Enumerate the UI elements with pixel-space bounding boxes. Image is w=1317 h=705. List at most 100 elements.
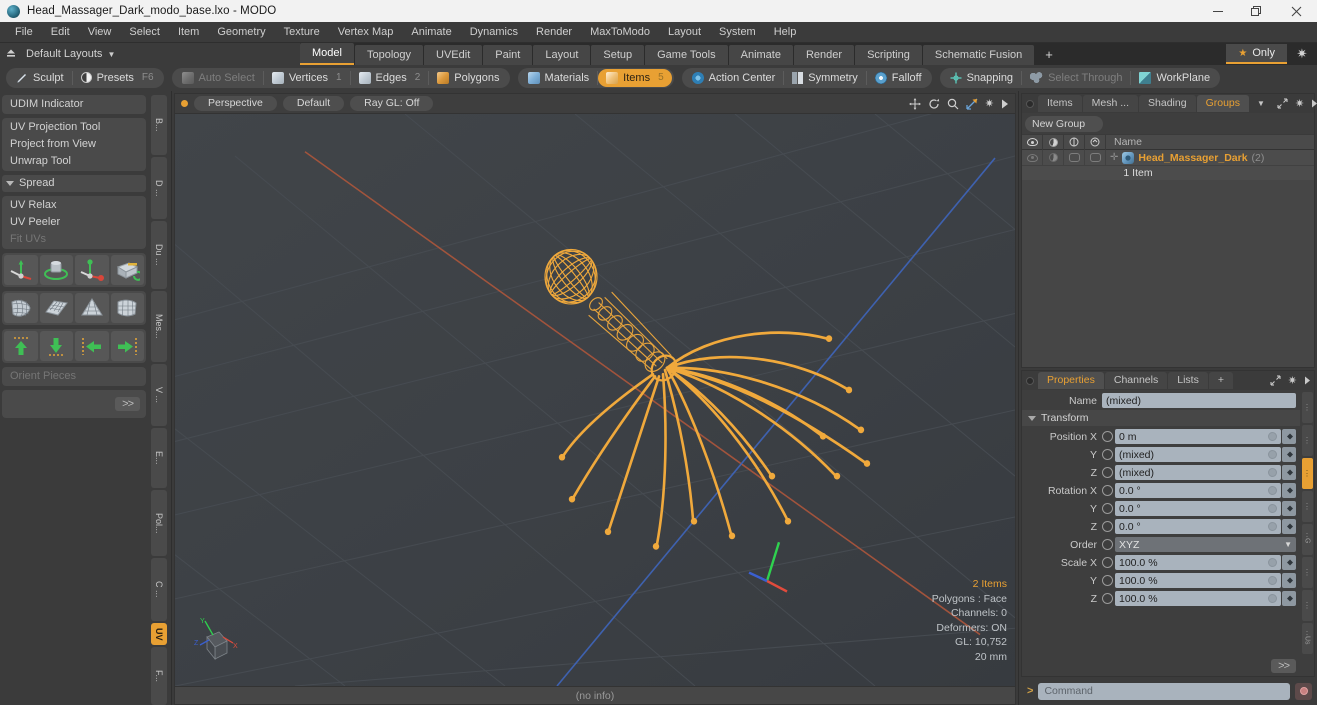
menu-item-select[interactable]: Select (120, 22, 169, 43)
gear-icon[interactable]: ✷ (1287, 46, 1317, 62)
tab-properties[interactable]: Properties (1038, 372, 1104, 389)
arrow-icon[interactable] (1001, 99, 1009, 109)
gear-icon[interactable]: ✷ (1285, 374, 1300, 387)
expand-icon[interactable] (1267, 375, 1284, 386)
sculpt-button[interactable]: Sculpt (8, 69, 72, 87)
stepper-icon[interactable] (1282, 465, 1296, 480)
left-panel-section-spread[interactable]: Spread (2, 175, 146, 192)
transform-section-header[interactable]: Transform (1022, 410, 1300, 426)
uv-align-down-icon[interactable] (39, 331, 73, 361)
viewport-3d[interactable]: 2 Items Polygons : Face Channels: 0 Defo… (174, 113, 1016, 687)
expand-row-icon[interactable]: ✛ (1110, 152, 1118, 163)
default-layouts-label[interactable]: Default Layouts (22, 48, 102, 60)
falloff-button[interactable]: Falloff (867, 69, 930, 87)
vertices-button[interactable]: Vertices 1 (264, 69, 350, 87)
action-center-button[interactable]: Action Center (684, 69, 784, 87)
left-panel-more-button[interactable]: >> (115, 397, 140, 411)
uv-cone-unwrap-icon[interactable] (75, 293, 109, 323)
value-field[interactable]: 100.0 % (1115, 573, 1281, 588)
property-radio[interactable] (1102, 449, 1113, 460)
menu-item-render[interactable]: Render (527, 22, 581, 43)
shading-mode-button[interactable]: Default (282, 96, 345, 111)
fit-icon[interactable] (966, 98, 978, 110)
tab-items[interactable]: Items (1038, 95, 1082, 112)
arrow-icon[interactable] (1301, 376, 1314, 385)
value-field[interactable]: (mixed) (1115, 465, 1281, 480)
property-radio[interactable] (1102, 593, 1113, 604)
uv-rotate-icon[interactable] (39, 255, 73, 285)
row-lock-toggle[interactable] (1085, 150, 1106, 166)
property-radio[interactable] (1102, 557, 1113, 568)
name-field[interactable]: (mixed) (1102, 393, 1296, 408)
left-vtab-7[interactable]: C ... (151, 558, 167, 621)
uv-move-axis-icon[interactable] (4, 255, 38, 285)
left-vtab-8[interactable]: UV (151, 622, 167, 645)
properties-side-tab-3[interactable]: ⋮ (1301, 491, 1313, 522)
layout-tab-scripting[interactable]: Scripting (855, 45, 922, 65)
tab-lists[interactable]: Lists (1168, 372, 1208, 389)
left-vtab-6[interactable]: Pol... (151, 489, 167, 557)
arrow-icon[interactable] (1308, 99, 1317, 108)
gear-icon[interactable]: ✷ (1292, 97, 1307, 110)
properties-side-tab-7[interactable]: ⋮ Us (1301, 623, 1313, 654)
property-radio[interactable] (1102, 539, 1113, 550)
properties-side-tab-2[interactable]: ⋮ (1301, 458, 1313, 489)
tool-unwrap-tool[interactable]: Unwrap Tool (3, 153, 145, 170)
zoom-icon[interactable] (947, 98, 959, 110)
expand-icon[interactable] (1274, 98, 1291, 109)
edges-button[interactable]: Edges 2 (351, 69, 429, 87)
chevron-down-icon[interactable]: ▼ (1250, 99, 1272, 108)
properties-side-tab-1[interactable]: ⋮ (1301, 425, 1313, 456)
layout-tab-model[interactable]: Model (300, 43, 354, 65)
render-column-icon[interactable] (1064, 134, 1085, 150)
row-visible-toggle[interactable] (1022, 150, 1043, 166)
menu-item-animate[interactable]: Animate (402, 22, 460, 43)
value-field[interactable]: 100.0 % (1115, 591, 1281, 606)
presets-button[interactable]: Presets F6 (73, 69, 162, 87)
tool-uv-projection-tool[interactable]: UV Projection Tool (3, 119, 145, 136)
menu-item-vertex-map[interactable]: Vertex Map (329, 22, 403, 43)
layout-tab-topology[interactable]: Topology (354, 45, 424, 65)
command-input[interactable]: Command (1038, 682, 1290, 700)
new-group-button[interactable]: New Group (1025, 116, 1103, 132)
tab-channels[interactable]: Channels (1104, 372, 1168, 389)
view-mode-button[interactable]: Perspective (194, 96, 277, 111)
auto-select-button[interactable]: Auto Select (174, 69, 263, 87)
ray-gl-button[interactable]: Ray GL: Off (350, 96, 434, 111)
items-button[interactable]: Items 5 (598, 68, 672, 87)
add-layout-button[interactable]: + (1035, 45, 1063, 65)
property-radio[interactable] (1102, 431, 1113, 442)
menu-item-system[interactable]: System (710, 22, 765, 43)
layout-tab-paint[interactable]: Paint (483, 45, 533, 65)
value-field[interactable]: (mixed) (1115, 447, 1281, 462)
left-vtab-4[interactable]: V ... (151, 363, 167, 426)
select-through-button[interactable]: Select Through (1022, 69, 1130, 87)
export-layout-icon[interactable] (0, 48, 22, 60)
layout-tab-uvedit[interactable]: UVEdit (424, 45, 483, 65)
properties-side-tab-4[interactable]: ⋮ G (1301, 524, 1313, 555)
property-radio[interactable] (1102, 485, 1113, 496)
chevron-down-icon[interactable]: ▼ (107, 50, 115, 59)
menu-item-texture[interactable]: Texture (275, 22, 329, 43)
row-name-cell[interactable]: ✛ Head_Massager_Dark (2) (1106, 151, 1314, 164)
stepper-icon[interactable] (1282, 555, 1296, 570)
tab-mesh[interactable]: Mesh ... (1082, 95, 1139, 112)
stepper-icon[interactable] (1282, 519, 1296, 534)
left-vtab-5[interactable]: E... (151, 427, 167, 488)
minimize-button[interactable] (1199, 0, 1237, 22)
value-field[interactable]: 0.0 ° (1115, 501, 1281, 516)
tab-groups[interactable]: Groups (1196, 95, 1250, 112)
properties-side-tab-5[interactable]: ⋮ (1301, 557, 1313, 588)
left-vtab-9[interactable]: F... (151, 646, 167, 705)
left-vtab-0[interactable]: B... (151, 95, 167, 155)
stepper-icon[interactable] (1282, 447, 1296, 462)
move-icon[interactable] (908, 97, 921, 110)
panel-menu-icon[interactable] (1026, 99, 1034, 108)
group-tree-body[interactable]: ✛ Head_Massager_Dark (2) 1 Item (1022, 150, 1314, 367)
properties-side-tab-0[interactable]: ⋮ (1301, 392, 1313, 423)
maximize-button[interactable] (1237, 0, 1275, 22)
shadow-column-icon[interactable] (1043, 134, 1064, 150)
layout-tab-schematic-fusion[interactable]: Schematic Fusion (922, 45, 1035, 65)
workplane-button[interactable]: WorkPlane (1131, 69, 1218, 87)
properties-side-tab-6[interactable]: ⋮ (1301, 590, 1313, 621)
